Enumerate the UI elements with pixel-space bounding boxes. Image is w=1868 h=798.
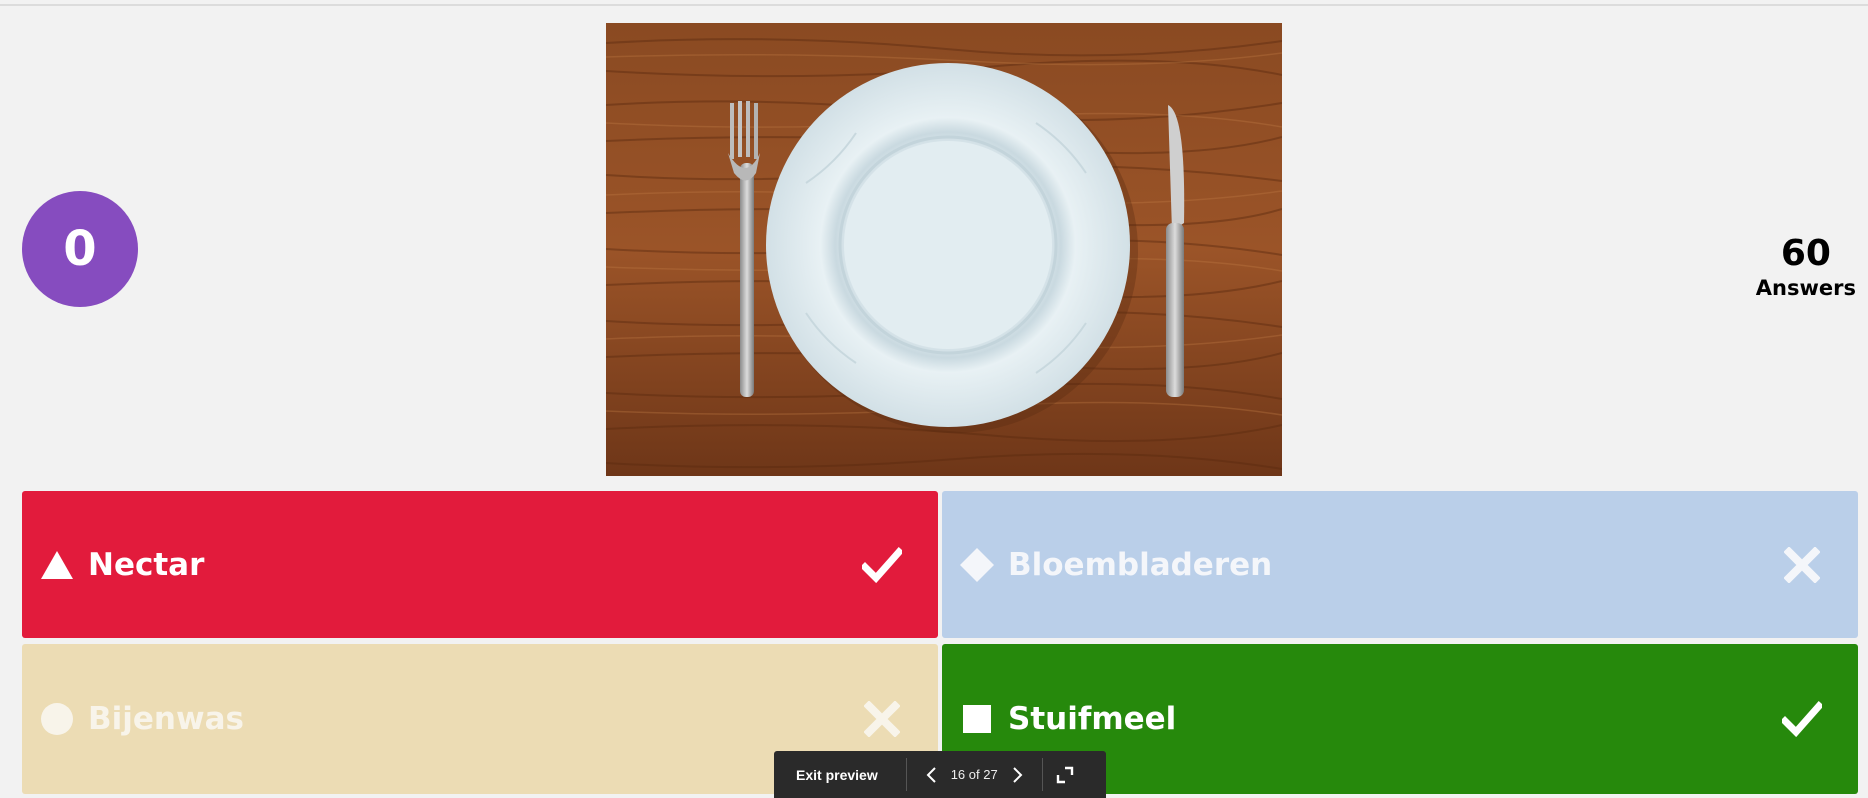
countdown-timer: 0	[22, 191, 138, 307]
circle-icon	[38, 700, 76, 738]
answers-count-label: Answers	[1755, 276, 1856, 300]
plate-with-fork-and-knife-image	[606, 23, 1282, 476]
slide-navigation: 16 of 27	[907, 758, 1043, 791]
exit-preview-button[interactable]: Exit preview	[774, 758, 907, 791]
check-icon	[862, 545, 902, 585]
fullscreen-icon[interactable]	[1043, 758, 1087, 791]
answers-counter: 60 Answers	[1756, 232, 1856, 300]
answers-count-value: 60	[1780, 233, 1831, 274]
answer-option-bloembladeren[interactable]: Bloembladeren	[942, 491, 1858, 638]
chevron-right-icon[interactable]	[1006, 758, 1030, 791]
answer-label: Stuifmeel	[1008, 701, 1177, 737]
square-icon	[958, 700, 996, 738]
triangle-icon	[38, 546, 76, 584]
answer-option-nectar[interactable]: Nectar	[22, 491, 938, 638]
question-image	[606, 23, 1282, 476]
cross-icon	[1782, 545, 1822, 585]
answer-label: Bijenwas	[88, 701, 244, 737]
cross-icon	[862, 699, 902, 739]
answer-label: Bloembladeren	[1008, 546, 1273, 583]
top-divider	[0, 4, 1868, 6]
timer-value: 0	[63, 221, 97, 277]
answer-label: Nectar	[88, 546, 205, 583]
slide-counter: 16 of 27	[950, 767, 998, 782]
diamond-icon	[958, 546, 996, 584]
preview-toolbar: Exit preview 16 of 27	[774, 751, 1106, 798]
check-icon	[1782, 699, 1822, 739]
chevron-left-icon[interactable]	[919, 758, 943, 791]
